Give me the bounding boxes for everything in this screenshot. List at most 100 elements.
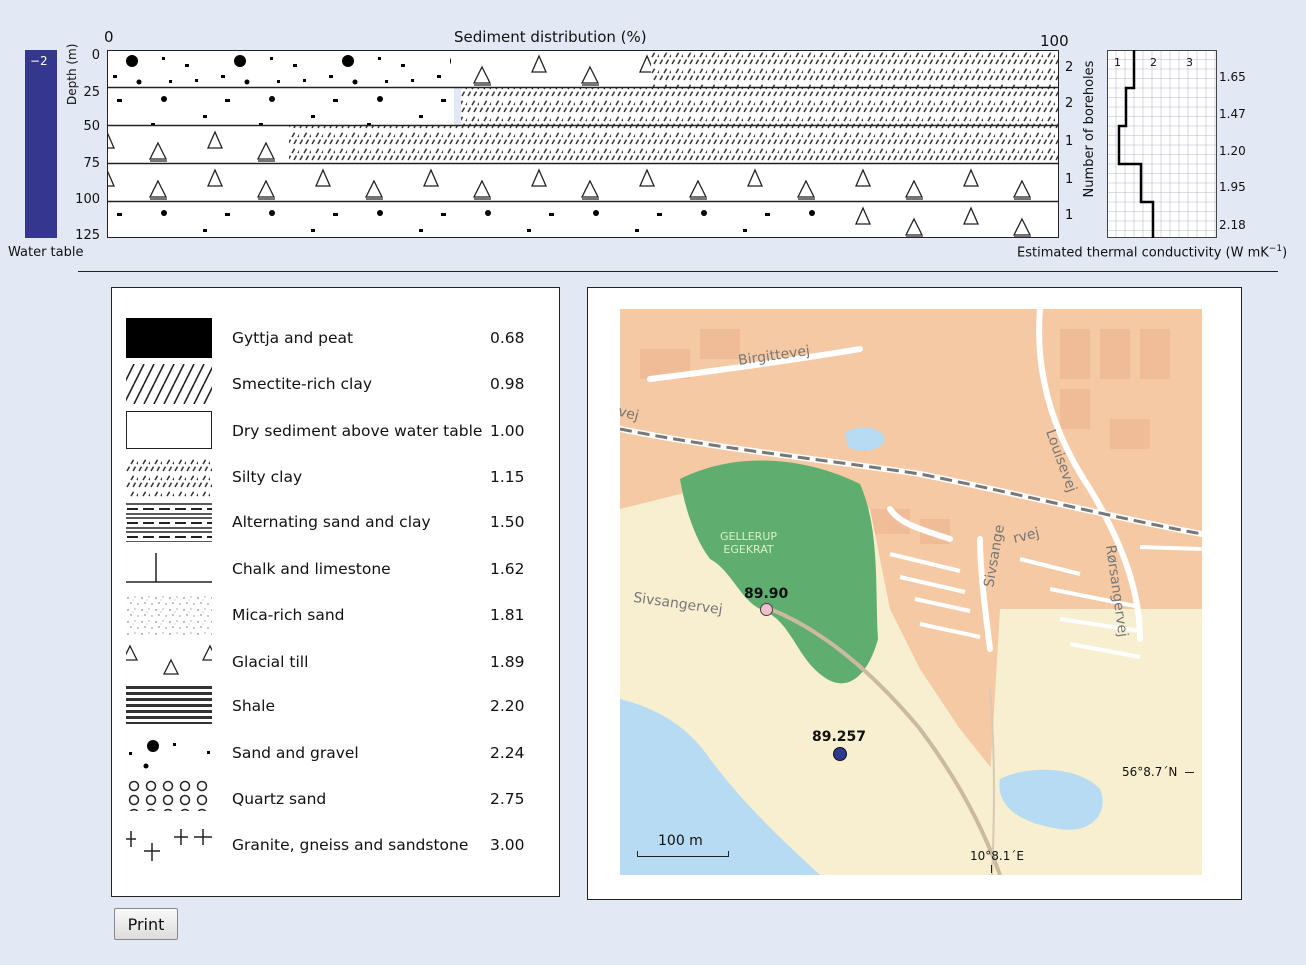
layer-glacial-till (107, 126, 289, 163)
layer-glacial-till (849, 202, 1059, 238)
sand-gravel-swatch (126, 733, 212, 773)
shale-swatch (126, 686, 212, 724)
conductivity-axis-tick: 3 (1186, 56, 1193, 69)
water-table-value: −2 (30, 54, 48, 68)
borehole-count: 1 (1065, 208, 1074, 223)
longitude-tick (991, 865, 992, 873)
legend-item: Alternating sand and clay 1.50 (126, 502, 546, 542)
legend-item: Smectite-rich clay 0.98 (126, 364, 546, 404)
legend-value: 1.81 (490, 606, 525, 624)
legend-item: Quartz sand 2.75 (126, 779, 546, 819)
legend-value: 1.62 (490, 560, 525, 578)
sediment-column (107, 50, 1059, 238)
x-axis-min: 0 (104, 28, 114, 46)
borehole-counts: 2 2 1 1 1 (1063, 50, 1079, 238)
legend-value: 2.75 (490, 790, 525, 808)
legend-label: Chalk and limestone (232, 560, 391, 578)
scale-bar (637, 851, 729, 857)
conductivity-value: 1.20 (1219, 144, 1246, 158)
legend-label: Silty clay (232, 468, 303, 486)
depth-tick: 125 (75, 228, 100, 243)
latitude-label: 56°8.7´N (1122, 765, 1178, 779)
print-button[interactable]: Print (114, 908, 178, 940)
chalk-swatch (126, 549, 212, 589)
legend-value: 1.89 (490, 653, 525, 671)
depth-ticks: 0 25 50 75 100 125 (75, 46, 104, 246)
legend-item: Granite, gneiss and sandstone 3.00 (126, 825, 546, 865)
scale-label: 100 m (658, 833, 703, 849)
legend-value: 1.50 (490, 513, 525, 531)
legend-item: Sand and gravel 2.24 (126, 733, 546, 773)
alternating-swatch (126, 502, 212, 542)
mica-swatch (126, 595, 212, 635)
layer-silty-clay (461, 88, 1059, 125)
borehole-count: 1 (1065, 172, 1074, 187)
depth-tick: 25 (83, 85, 100, 100)
granite-swatch (126, 825, 212, 865)
legend-value: 0.68 (490, 329, 525, 347)
gyttja-swatch (126, 318, 212, 358)
quartz-sand-swatch (126, 779, 212, 819)
water-table-bar: −2 (25, 50, 57, 238)
conductivity-value: 2.18 (1219, 218, 1246, 232)
header-divider (78, 271, 1278, 272)
legend-label: Glacial till (232, 653, 309, 671)
smectite-swatch (126, 364, 212, 404)
conductivity-axis-tick: 2 (1150, 56, 1157, 69)
dry-sediment-swatch (126, 411, 212, 449)
legend-label: Alternating sand and clay (232, 513, 431, 531)
legend-item: Mica-rich sand 1.81 (126, 595, 546, 635)
map-panel: Birgittevej vej Louisevej Sivsangervej S… (587, 287, 1242, 900)
legend-item: Glacial till 1.89 (126, 642, 546, 682)
depth-tick: 0 (91, 48, 100, 63)
layer-sand-gravel (107, 88, 454, 125)
borehole-count: 2 (1065, 60, 1074, 75)
conductivity-axis-tick: 1 (1114, 56, 1121, 69)
layer-glacial-till (451, 50, 651, 87)
glacial-till-swatch (126, 642, 212, 682)
legend-label: Quartz sand (232, 790, 327, 808)
forest-label: GELLERUP EGEKRAT (720, 530, 778, 556)
silty-clay-swatch (126, 457, 212, 497)
boreholes-axis-label: Number of boreholes (1082, 60, 1097, 198)
depth-tick: 75 (83, 156, 100, 171)
water-table-label: Water table (8, 245, 84, 260)
point-marker (760, 603, 773, 616)
point-label: 89.90 (744, 586, 789, 602)
legend-value: 3.00 (490, 836, 525, 854)
layer-silty-clay (289, 126, 1059, 163)
layer-sand-gravel (107, 50, 451, 87)
legend-value: 1.15 (490, 468, 525, 486)
legend-label: Gyttja and peat (232, 329, 354, 347)
borehole-count: 1 (1065, 134, 1074, 149)
legend-panel: Gyttja and peat 0.68 Smectite-rich clay … (111, 287, 560, 897)
legend-item: Dry sediment above water table 1.00 (126, 411, 546, 451)
conductivity-axis-label: Estimated thermal conductivity (W mK−1) (1017, 244, 1288, 261)
legend-label: Sand and gravel (232, 744, 359, 762)
point-label: 89.257 (812, 729, 867, 745)
legend-label: Smectite-rich clay (232, 375, 373, 393)
legend-value: 0.98 (490, 375, 525, 393)
legend-item: Shale 2.20 (126, 686, 546, 726)
depth-tick: 50 (83, 119, 100, 134)
legend-label: Mica-rich sand (232, 606, 345, 624)
legend-item: Chalk and limestone 1.62 (126, 549, 546, 589)
x-axis-max: 100 (1040, 32, 1069, 50)
sediment-distribution-title: Sediment distribution (%) (454, 28, 647, 46)
layer-silty-clay (651, 50, 1059, 87)
borehole-count: 2 (1065, 96, 1074, 111)
conductivity-value: 1.65 (1219, 70, 1246, 84)
legend-label: Granite, gneiss and sandstone (232, 836, 469, 854)
legend-label: Shale (232, 697, 276, 715)
conductivity-value: 1.95 (1219, 180, 1246, 194)
conductivity-value: 1.47 (1219, 107, 1246, 121)
conductivity-grid (1107, 50, 1217, 238)
depth-tick: 100 (75, 192, 100, 207)
layer-sand-gravel (107, 202, 849, 238)
legend-label: Dry sediment above water table (232, 422, 483, 440)
latitude-tick (1185, 772, 1194, 773)
legend-value: 1.00 (490, 422, 525, 440)
longitude-label: 10°8.1´E (970, 849, 1024, 863)
layer-glacial-till (107, 164, 1059, 201)
legend-value: 2.20 (490, 697, 525, 715)
